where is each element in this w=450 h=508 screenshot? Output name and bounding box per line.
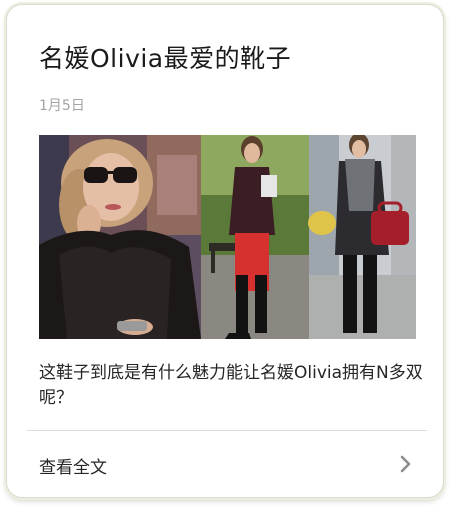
read-full-article-label: 查看全文 [39,458,107,478]
article-date: 1月5日 [39,98,85,114]
article-card[interactable]: 名媛Olivia最爱的靴子 1月5日 这鞋子到底是有什么魅力能让名媛Olivia… [6,4,444,498]
article-summary: 这鞋子到底是有什么魅力能让名媛Olivia拥有N多双呢？ [39,363,423,408]
read-full-article-button[interactable]: 查看全文 [7,431,443,495]
fashion-photo-collage-icon [39,135,416,339]
chevron-right-icon [399,455,413,473]
article-title: 名媛Olivia最爱的靴子 [39,44,292,73]
article-cover-image[interactable] [39,135,416,339]
page: 名媛Olivia最爱的靴子 1月5日 这鞋子到底是有什么魅力能让名媛Olivia… [0,0,450,508]
